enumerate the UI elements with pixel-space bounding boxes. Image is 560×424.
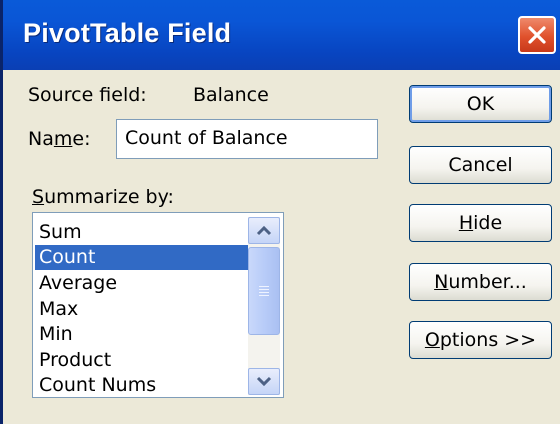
list-item-min[interactable]: Min bbox=[35, 322, 249, 347]
name-field[interactable]: Count of Balance bbox=[116, 119, 378, 159]
list-item-product[interactable]: Product bbox=[35, 348, 249, 373]
listbox-scrollbar[interactable] bbox=[248, 217, 280, 395]
hide-button[interactable]: Hide bbox=[409, 204, 552, 242]
scroll-up-button[interactable] bbox=[248, 217, 280, 244]
grip-line bbox=[259, 286, 269, 287]
list-item-count-nums[interactable]: Count Nums bbox=[35, 373, 249, 397]
source-field-value: Balance bbox=[193, 84, 269, 106]
title-bar[interactable]: PivotTable Field bbox=[3, 0, 560, 70]
name-label: Name: bbox=[28, 128, 91, 150]
source-field-label: Source field: bbox=[28, 84, 147, 106]
ok-button[interactable]: OK bbox=[409, 85, 552, 123]
list-item-sum[interactable]: Sum bbox=[35, 220, 249, 245]
grip-line bbox=[259, 292, 269, 293]
grip-line bbox=[259, 295, 269, 296]
summarize-by-listbox[interactable]: Sum Count Average Max Min Product Count … bbox=[32, 212, 284, 398]
grip-line bbox=[259, 289, 269, 290]
pivottable-field-dialog: PivotTable Field Source field: Balance N… bbox=[0, 0, 560, 424]
summarize-by-label: Summarize by: bbox=[32, 186, 174, 208]
scroll-down-button[interactable] bbox=[248, 368, 280, 395]
list-item-max[interactable]: Max bbox=[35, 297, 249, 322]
cancel-button[interactable]: Cancel bbox=[409, 146, 552, 184]
scroll-thumb[interactable] bbox=[248, 247, 280, 335]
number-button[interactable]: Number... bbox=[409, 263, 552, 301]
list-item-count[interactable]: Count bbox=[35, 245, 249, 270]
close-button[interactable] bbox=[518, 16, 556, 54]
window-title: PivotTable Field bbox=[23, 18, 232, 48]
options-button[interactable]: Options >> bbox=[409, 321, 552, 359]
list-item-average[interactable]: Average bbox=[35, 271, 249, 296]
